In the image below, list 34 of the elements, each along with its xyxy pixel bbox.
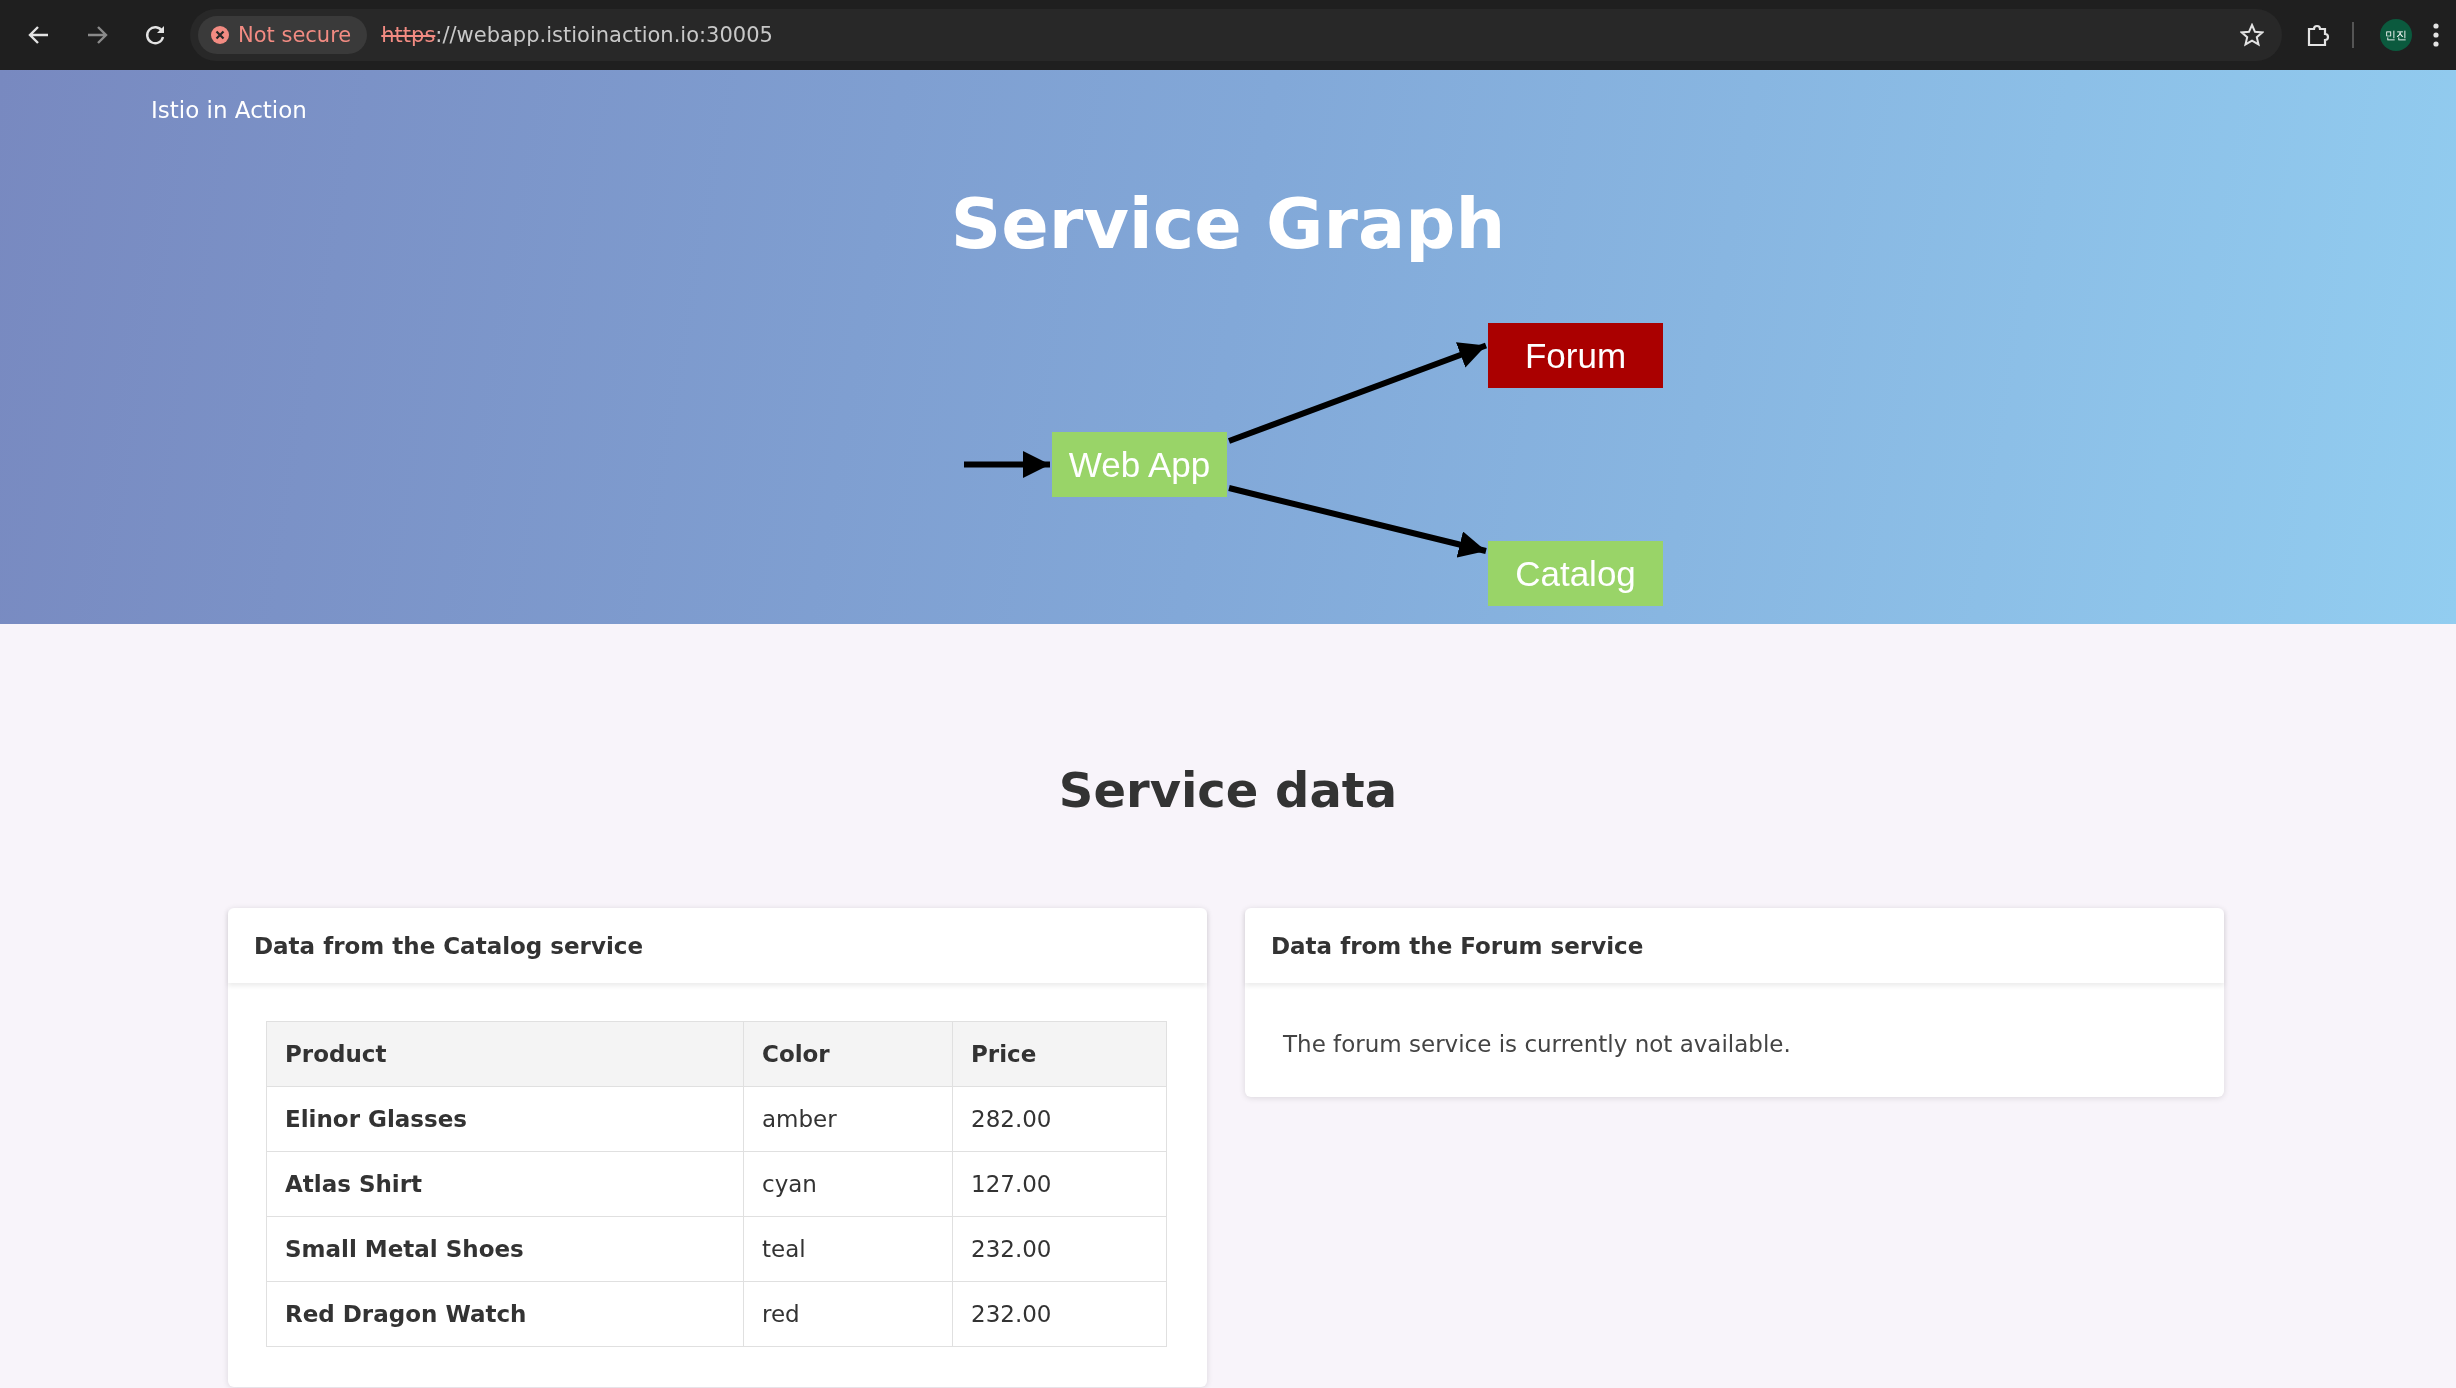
column-header: Color: [743, 1021, 953, 1087]
status-message: The forum service is currently not available.: [1283, 1031, 1791, 1057]
reload-icon: [144, 24, 166, 46]
card-title: Data from the Forum service: [1271, 932, 1644, 959]
security-chip[interactable]: Not secure: [198, 16, 368, 54]
service-node: Web App: [1052, 432, 1227, 497]
table-cell: Atlas Shirt: [266, 1151, 744, 1217]
section-title: Service data: [1058, 761, 1398, 820]
service-node: Catalog: [1488, 541, 1663, 606]
url-text: https://webapp.istioinaction.io:30005: [381, 23, 773, 47]
puzzle-icon: [2305, 22, 2331, 48]
star-icon: [2240, 23, 2264, 47]
card-title: Data from the Catalog service: [254, 932, 644, 959]
table-cell: 232.00: [952, 1216, 1167, 1282]
table-cell: teal: [743, 1216, 953, 1282]
table-cell: 232.00: [952, 1281, 1167, 1347]
table-cell: red: [743, 1281, 953, 1347]
table-cell: 282.00: [952, 1086, 1167, 1152]
table-cell: Elinor Glasses: [266, 1086, 744, 1152]
page-title: Service Graph: [950, 182, 1506, 267]
profile-avatar[interactable]: 민진: [2380, 19, 2412, 51]
table-cell: Red Dragon Watch: [266, 1281, 744, 1347]
table-cell: amber: [743, 1086, 953, 1152]
address-bar[interactable]: Not secure https://webapp.istioinaction.io:30005: [190, 9, 2282, 61]
service-node: Forum: [1488, 323, 1663, 388]
error-icon: [210, 25, 230, 45]
forward-icon: [86, 24, 108, 46]
table-cell: 127.00: [952, 1151, 1167, 1217]
back-icon: [28, 24, 50, 46]
column-header: Price: [952, 1021, 1167, 1087]
table-cell: cyan: [743, 1151, 953, 1217]
menu-icon: [2433, 23, 2439, 47]
table-cell: Small Metal Shoes: [266, 1216, 744, 1282]
column-header: Product: [266, 1021, 744, 1087]
